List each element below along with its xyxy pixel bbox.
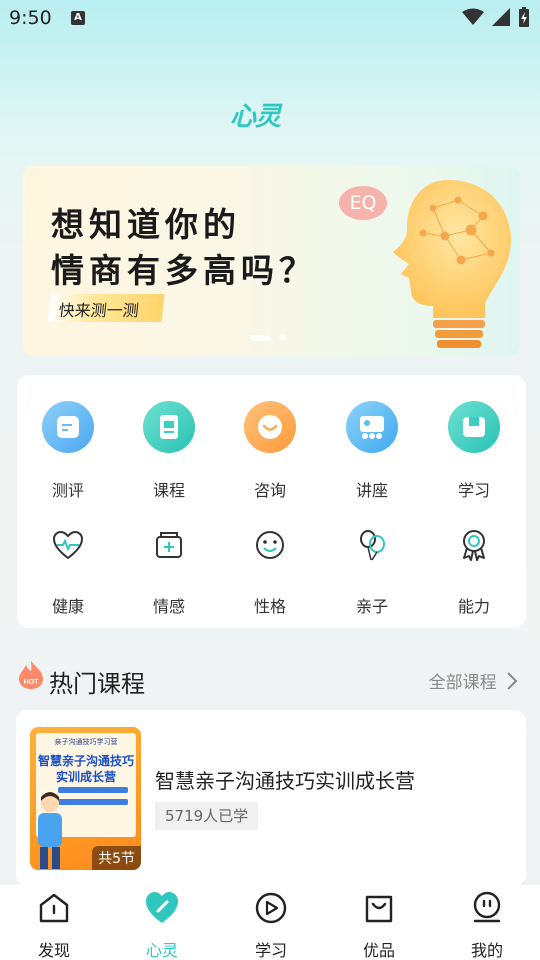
assessment-icon [42,401,94,453]
category-label: 情感 [152,597,185,616]
nav-discover[interactable]: 发现 [14,891,94,960]
category-label: 性格 [253,597,286,616]
nav-mind[interactable]: 心灵 [122,891,202,960]
emotion-box-icon [143,519,195,571]
all-courses-label: 全部课程 [428,673,497,693]
consult-icon [244,401,296,453]
category-course[interactable]: 课程 [129,401,209,501]
balloons-icon [346,519,398,571]
category-label: 健康 [51,597,84,616]
carousel-dot[interactable] [279,334,286,341]
category-label: 能力 [457,597,490,616]
bottom-nav: 发现 心灵 学习 优品 我的 [0,885,540,960]
category-label: 讲座 [355,481,388,500]
category-study[interactable]: 学习 [434,401,514,501]
banner-title-line2: 情商有多高吗？ [51,251,317,290]
smile-face-icon [244,519,296,571]
course-thumbnail: 亲子沟通技巧学习营 智慧亲子沟通技巧 实训成长营 共5节 [30,727,141,870]
category-label: 学习 [457,481,490,500]
hot-flame-icon: HOT [19,661,43,689]
category-card: 测评 课程 咨询 讲座 学习 健康 情感 性格 亲子 能力 [17,375,526,628]
thumb-title-1: 智慧亲子沟通技巧 [38,754,135,768]
thumb-title-2: 实训成长营 [55,770,116,784]
nav-label: 优品 [362,941,395,960]
notification-a-icon: A [71,11,85,25]
banner-tag: 快来测一测 [47,294,165,322]
thumb-person-illustration [38,792,62,869]
category-ability[interactable]: 能力 [434,519,514,617]
course-icon [143,401,195,453]
award-medal-icon [448,519,500,571]
nav-label: 我的 [470,941,503,960]
thumb-header: 亲子沟通技巧学习营 [54,738,118,746]
nav-profile[interactable]: 我的 [447,891,527,960]
play-circle-icon [255,892,287,924]
course-card[interactable]: 亲子沟通技巧学习营 智慧亲子沟通技巧 实训成长营 共5节 智慧亲子沟通技巧实训成… [16,710,526,886]
hot-courses-title: 热门课程 [49,670,145,698]
banner-title-line1: 想知道你的 [51,205,241,244]
battery-icon [519,7,529,27]
category-lecture[interactable]: 讲座 [332,401,412,501]
shopping-bag-icon [365,895,393,923]
category-consult[interactable]: 咨询 [230,401,310,501]
nav-study[interactable]: 学习 [231,891,311,960]
banner-carousel[interactable]: 想知道你的 情商有多高吗？ 快来测一测 EQ [23,166,520,356]
lecture-icon [346,401,398,453]
chevron-right-icon [507,672,518,690]
category-emotion[interactable]: 情感 [129,519,209,617]
category-personality[interactable]: 性格 [230,519,310,617]
profile-icon [473,891,501,923]
wifi-icon [462,8,484,25]
nav-shop[interactable]: 优品 [339,891,419,960]
category-assessment[interactable]: 测评 [28,401,108,501]
category-label: 课程 [152,481,185,500]
nav-label: 发现 [37,941,70,960]
app-logo: 心灵 [230,102,281,132]
signal-icon [492,8,510,26]
nav-label: 学习 [254,941,287,960]
lightbulb-head-illustration [393,180,511,348]
banner-title: 想知道你的 情商有多高吗？ [51,202,317,294]
hot-courses-header: HOT 热门课程 全部课程 [18,660,522,698]
status-time: 9:50 [9,7,52,29]
nav-label: 心灵 [145,941,178,960]
category-parenting[interactable]: 亲子 [332,519,412,617]
category-label: 测评 [51,481,84,500]
hot-badge-text: HOT [24,679,40,686]
course-learners: 5719人已学 [155,802,259,830]
heart-pen-icon [146,892,178,923]
course-title: 智慧亲子沟通技巧实训成长营 [155,769,415,793]
category-label: 咨询 [253,481,286,500]
all-courses-link[interactable]: 全部课程 [429,668,518,693]
category-health[interactable]: 健康 [28,519,108,617]
study-icon [448,401,500,453]
status-icons [462,7,530,27]
carousel-indicator [251,334,286,341]
home-icon [39,893,69,923]
carousel-dot-active[interactable] [251,334,271,341]
status-bar: 9:50 A [0,0,540,36]
course-lessons-badge: 共5节 [92,846,141,870]
category-label: 亲子 [355,597,388,616]
heart-pulse-icon [42,519,94,571]
